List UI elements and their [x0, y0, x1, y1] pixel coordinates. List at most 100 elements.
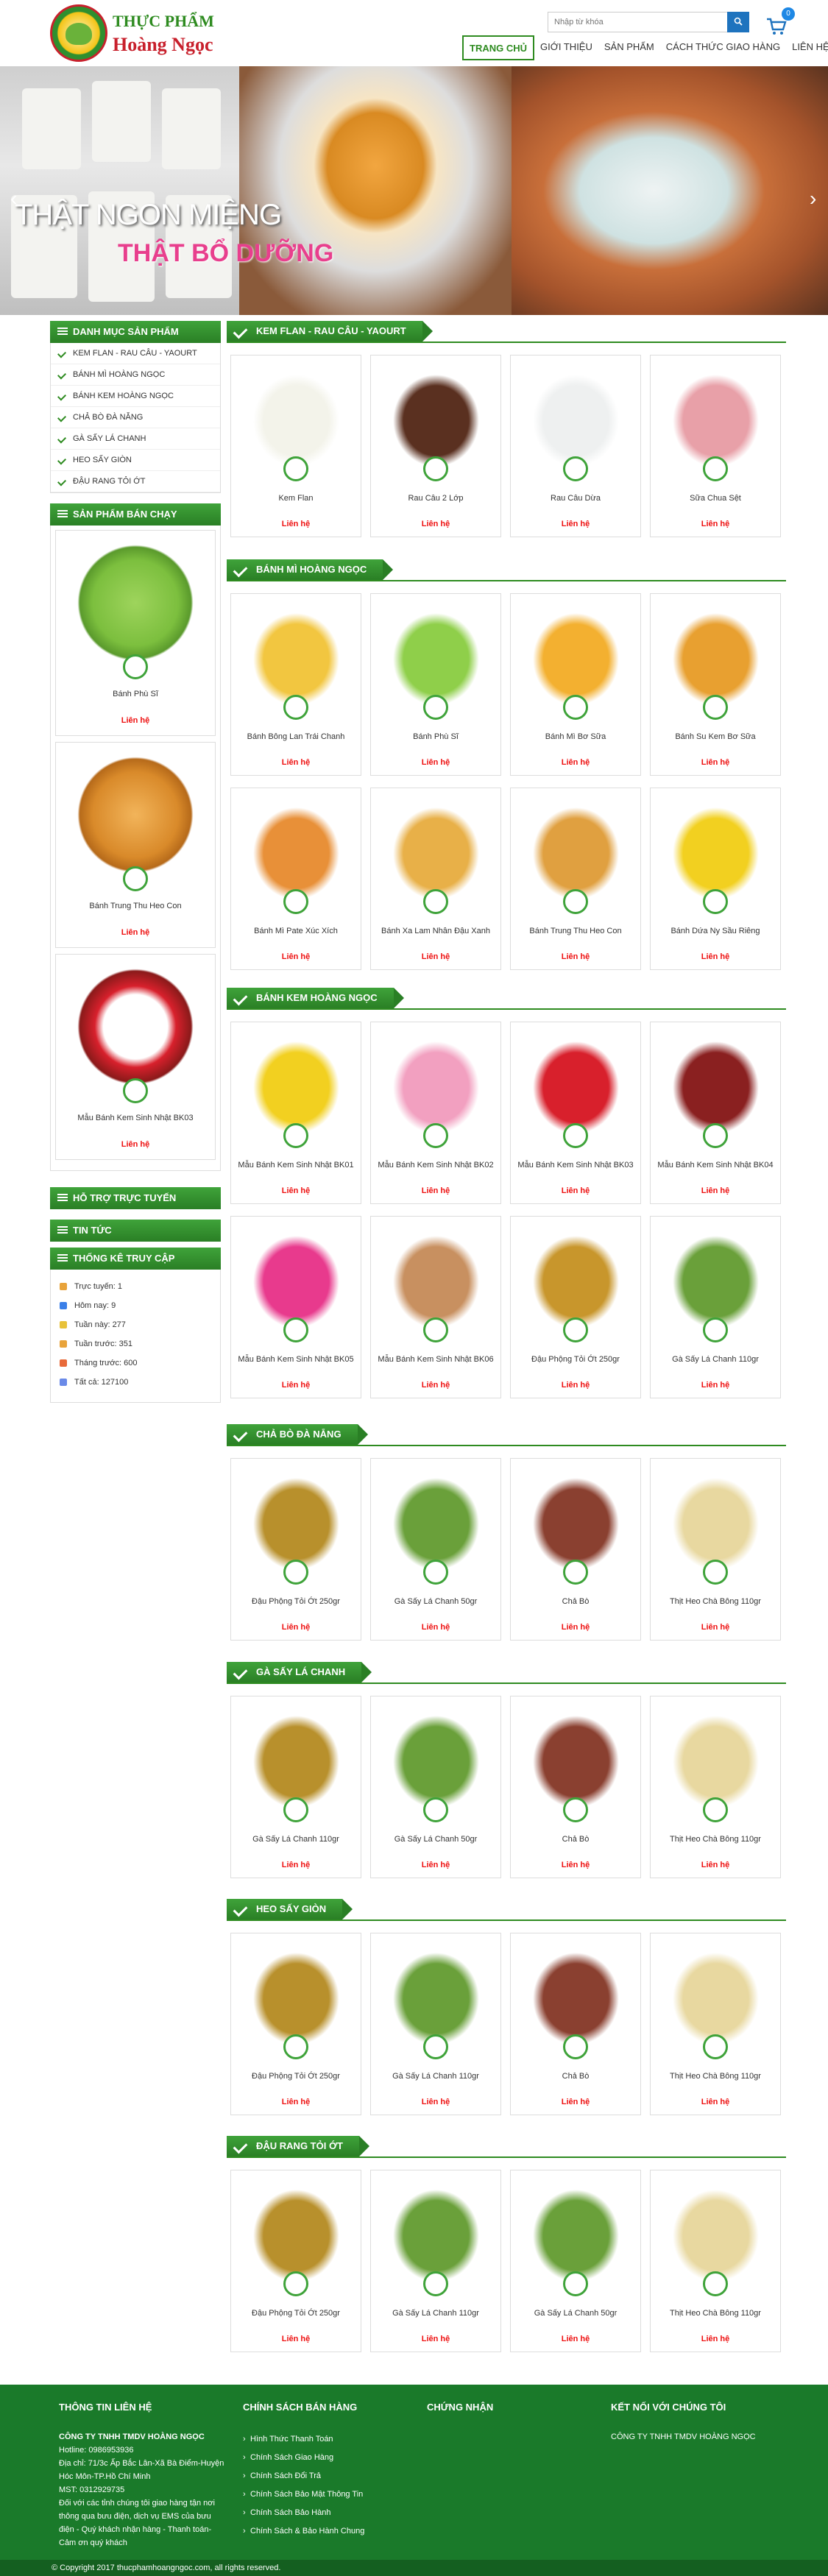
- category-item[interactable]: HEO SẤY GIÒN: [51, 450, 220, 471]
- contact-link[interactable]: Liên hệ: [371, 758, 500, 767]
- contact-link[interactable]: Liên hệ: [231, 952, 361, 961]
- product-card[interactable]: Bánh Su Kem Bơ Sữa Liên hệ: [650, 593, 781, 776]
- product-card[interactable]: Mẫu Bánh Kem Sinh Nhật BK03 Liên hệ: [510, 1022, 641, 1204]
- footer-policy-link[interactable]: Chính Sách & Bảo Hành Chung: [243, 2522, 412, 2541]
- category-item[interactable]: GÀ SẤY LÁ CHANH: [51, 428, 220, 450]
- contact-link[interactable]: Liên hệ: [511, 2335, 640, 2343]
- footer-policy-link[interactable]: Chính Sách Bảo Mật Thông Tin: [243, 2485, 412, 2504]
- section-title[interactable]: KEM FLAN - RAU CÂU - YAOURT: [227, 321, 433, 342]
- contact-link[interactable]: Liên hệ: [231, 1186, 361, 1195]
- contact-link[interactable]: Liên hệ: [511, 2098, 640, 2106]
- contact-link[interactable]: Liên hệ: [231, 1623, 361, 1632]
- contact-link[interactable]: Liên hệ: [371, 1623, 500, 1632]
- product-card[interactable]: Mẫu Bánh Kem Sinh Nhật BK02 Liên hệ: [370, 1022, 501, 1204]
- section-title[interactable]: GÀ SẤY LÁ CHANH: [227, 1662, 372, 1682]
- product-card[interactable]: Bánh Trung Thu Heo Con Liên hệ: [510, 788, 641, 970]
- contact-link[interactable]: Liên hệ: [371, 2335, 500, 2343]
- site-logo[interactable]: THỰC PHẨM Hoàng Ngọc: [50, 4, 249, 62]
- product-card[interactable]: Gà Sấy Lá Chanh 110gr Liên hệ: [230, 1696, 361, 1878]
- nav-products[interactable]: SẢN PHẨM: [598, 35, 660, 60]
- product-card[interactable]: Kem Flan Liên hệ: [230, 355, 361, 537]
- product-card[interactable]: Chả Bò Liên hệ: [510, 1933, 641, 2115]
- search-button[interactable]: [727, 12, 749, 32]
- category-item[interactable]: BÁNH KEM HOÀNG NGỌC: [51, 386, 220, 407]
- contact-link[interactable]: Liên hệ: [511, 1381, 640, 1390]
- contact-link[interactable]: Liên hệ: [231, 758, 361, 767]
- product-card[interactable]: Thịt Heo Chà Bông 110gr Liên hệ: [650, 2170, 781, 2352]
- footer-policy-link[interactable]: Chính Sách Bảo Hành: [243, 2504, 412, 2522]
- contact-link[interactable]: Liên hệ: [511, 1186, 640, 1195]
- product-card[interactable]: Rau Câu Dừa Liên hệ: [510, 355, 641, 537]
- nav-home[interactable]: TRANG CHỦ: [462, 35, 534, 60]
- news-heading[interactable]: TIN TỨC: [50, 1220, 221, 1242]
- product-card[interactable]: Rau Câu 2 Lớp Liên hệ: [370, 355, 501, 537]
- category-item[interactable]: BÁNH MÌ HOÀNG NGỌC: [51, 364, 220, 386]
- product-card[interactable]: Đậu Phộng Tỏi Ớt 250gr Liên hệ: [510, 1216, 641, 1398]
- contact-link[interactable]: Liên hệ: [231, 1381, 361, 1390]
- bestseller-card[interactable]: Bánh Phù Sĩ Liên hệ: [55, 530, 216, 736]
- contact-link[interactable]: Liên hệ: [371, 1861, 500, 1869]
- search-input[interactable]: [548, 12, 746, 32]
- footer-policy-link[interactable]: Chính Sách Đổi Trả: [243, 2467, 412, 2485]
- category-item[interactable]: CHẢ BÒ ĐÀ NẴNG: [51, 407, 220, 428]
- product-card[interactable]: Chả Bò Liên hệ: [510, 1696, 641, 1878]
- product-card[interactable]: Gà Sấy Lá Chanh 110gr Liên hệ: [370, 1933, 501, 2115]
- bestseller-card[interactable]: Bánh Trung Thu Heo Con Liên hệ: [55, 742, 216, 948]
- product-card[interactable]: Mẫu Bánh Kem Sinh Nhật BK04 Liên hệ: [650, 1022, 781, 1204]
- banner-prev-arrow-icon[interactable]: ‹: [10, 188, 25, 210]
- contact-link[interactable]: Liên hệ: [371, 1186, 500, 1195]
- product-card[interactable]: Gà Sấy Lá Chanh 110gr Liên hệ: [370, 2170, 501, 2352]
- product-card[interactable]: Sữa Chua Sệt Liên hệ: [650, 355, 781, 537]
- product-card[interactable]: Bánh Mì Bơ Sữa Liên hệ: [510, 593, 641, 776]
- category-item[interactable]: KEM FLAN - RAU CÂU - YAOURT: [51, 343, 220, 364]
- product-card[interactable]: Gà Sấy Lá Chanh 110gr Liên hệ: [650, 1216, 781, 1398]
- product-card[interactable]: Đậu Phộng Tỏi Ớt 250gr Liên hệ: [230, 1458, 361, 1641]
- product-card[interactable]: Đậu Phộng Tỏi Ớt 250gr Liên hệ: [230, 1933, 361, 2115]
- contact-link[interactable]: Liên hệ: [231, 2098, 361, 2106]
- product-card[interactable]: Gà Sấy Lá Chanh 50gr Liên hệ: [370, 1458, 501, 1641]
- contact-link[interactable]: Liên hệ: [56, 716, 215, 725]
- bestseller-card[interactable]: Mẫu Bánh Kem Sinh Nhật BK03 Liên hệ: [55, 954, 216, 1160]
- contact-link[interactable]: Liên hệ: [511, 1861, 640, 1869]
- product-card[interactable]: Mẫu Bánh Kem Sinh Nhật BK05 Liên hệ: [230, 1216, 361, 1398]
- section-title[interactable]: ĐẬU RANG TỎI ỚT: [227, 2136, 369, 2156]
- contact-link[interactable]: Liên hệ: [231, 520, 361, 528]
- nav-delivery[interactable]: CÁCH THỨC GIAO HÀNG: [660, 35, 786, 60]
- contact-link[interactable]: Liên hệ: [511, 1623, 640, 1632]
- section-title[interactable]: BÁNH KEM HOÀNG NGỌC: [227, 988, 404, 1008]
- contact-link[interactable]: Liên hệ: [651, 2098, 780, 2106]
- contact-link[interactable]: Liên hệ: [371, 1381, 500, 1390]
- support-heading[interactable]: HỖ TRỢ TRỰC TUYẾN: [50, 1187, 221, 1209]
- contact-link[interactable]: Liên hệ: [231, 2335, 361, 2343]
- product-card[interactable]: Gà Sấy Lá Chanh 50gr Liên hệ: [370, 1696, 501, 1878]
- product-card[interactable]: Đậu Phộng Tỏi Ớt 250gr Liên hệ: [230, 2170, 361, 2352]
- product-card[interactable]: Bánh Mì Pate Xúc Xích Liên hệ: [230, 788, 361, 970]
- section-title[interactable]: CHẢ BÒ ĐÀ NẴNG: [227, 1424, 368, 1445]
- contact-link[interactable]: Liên hệ: [651, 520, 780, 528]
- product-card[interactable]: Thịt Heo Chà Bông 110gr Liên hệ: [650, 1933, 781, 2115]
- contact-link[interactable]: Liên hệ: [371, 520, 500, 528]
- contact-link[interactable]: Liên hệ: [231, 1861, 361, 1869]
- nav-about[interactable]: GIỚI THIỆU: [534, 35, 598, 60]
- category-item[interactable]: ĐẬU RANG TỎI ỚT: [51, 471, 220, 492]
- product-card[interactable]: Bánh Xa Lam Nhân Đậu Xanh Liên hệ: [370, 788, 501, 970]
- product-card[interactable]: Thịt Heo Chà Bông 110gr Liên hệ: [650, 1696, 781, 1878]
- section-title[interactable]: HEO SẤY GIÒN: [227, 1899, 353, 1919]
- contact-link[interactable]: Liên hệ: [56, 928, 215, 937]
- contact-link[interactable]: Liên hệ: [56, 1140, 215, 1149]
- contact-link[interactable]: Liên hệ: [651, 1861, 780, 1869]
- cart-button[interactable]: 0: [765, 7, 795, 37]
- product-card[interactable]: Mẫu Bánh Kem Sinh Nhật BK01 Liên hệ: [230, 1022, 361, 1204]
- product-card[interactable]: Gà Sấy Lá Chanh 50gr Liên hệ: [510, 2170, 641, 2352]
- product-card[interactable]: Bánh Phù Sĩ Liên hệ: [370, 593, 501, 776]
- contact-link[interactable]: Liên hệ: [511, 520, 640, 528]
- contact-link[interactable]: Liên hệ: [511, 952, 640, 961]
- contact-link[interactable]: Liên hệ: [651, 1381, 780, 1390]
- product-card[interactable]: Bánh Dứa Ny Sầu Riêng Liên hệ: [650, 788, 781, 970]
- contact-link[interactable]: Liên hệ: [651, 952, 780, 961]
- contact-link[interactable]: Liên hệ: [651, 1623, 780, 1632]
- product-card[interactable]: Chả Bò Liên hệ: [510, 1458, 641, 1641]
- product-card[interactable]: Thịt Heo Chà Bông 110gr Liên hệ: [650, 1458, 781, 1641]
- section-title[interactable]: BÁNH MÌ HOÀNG NGỌC: [227, 559, 394, 580]
- nav-contact[interactable]: LIÊN HỆ: [786, 35, 828, 60]
